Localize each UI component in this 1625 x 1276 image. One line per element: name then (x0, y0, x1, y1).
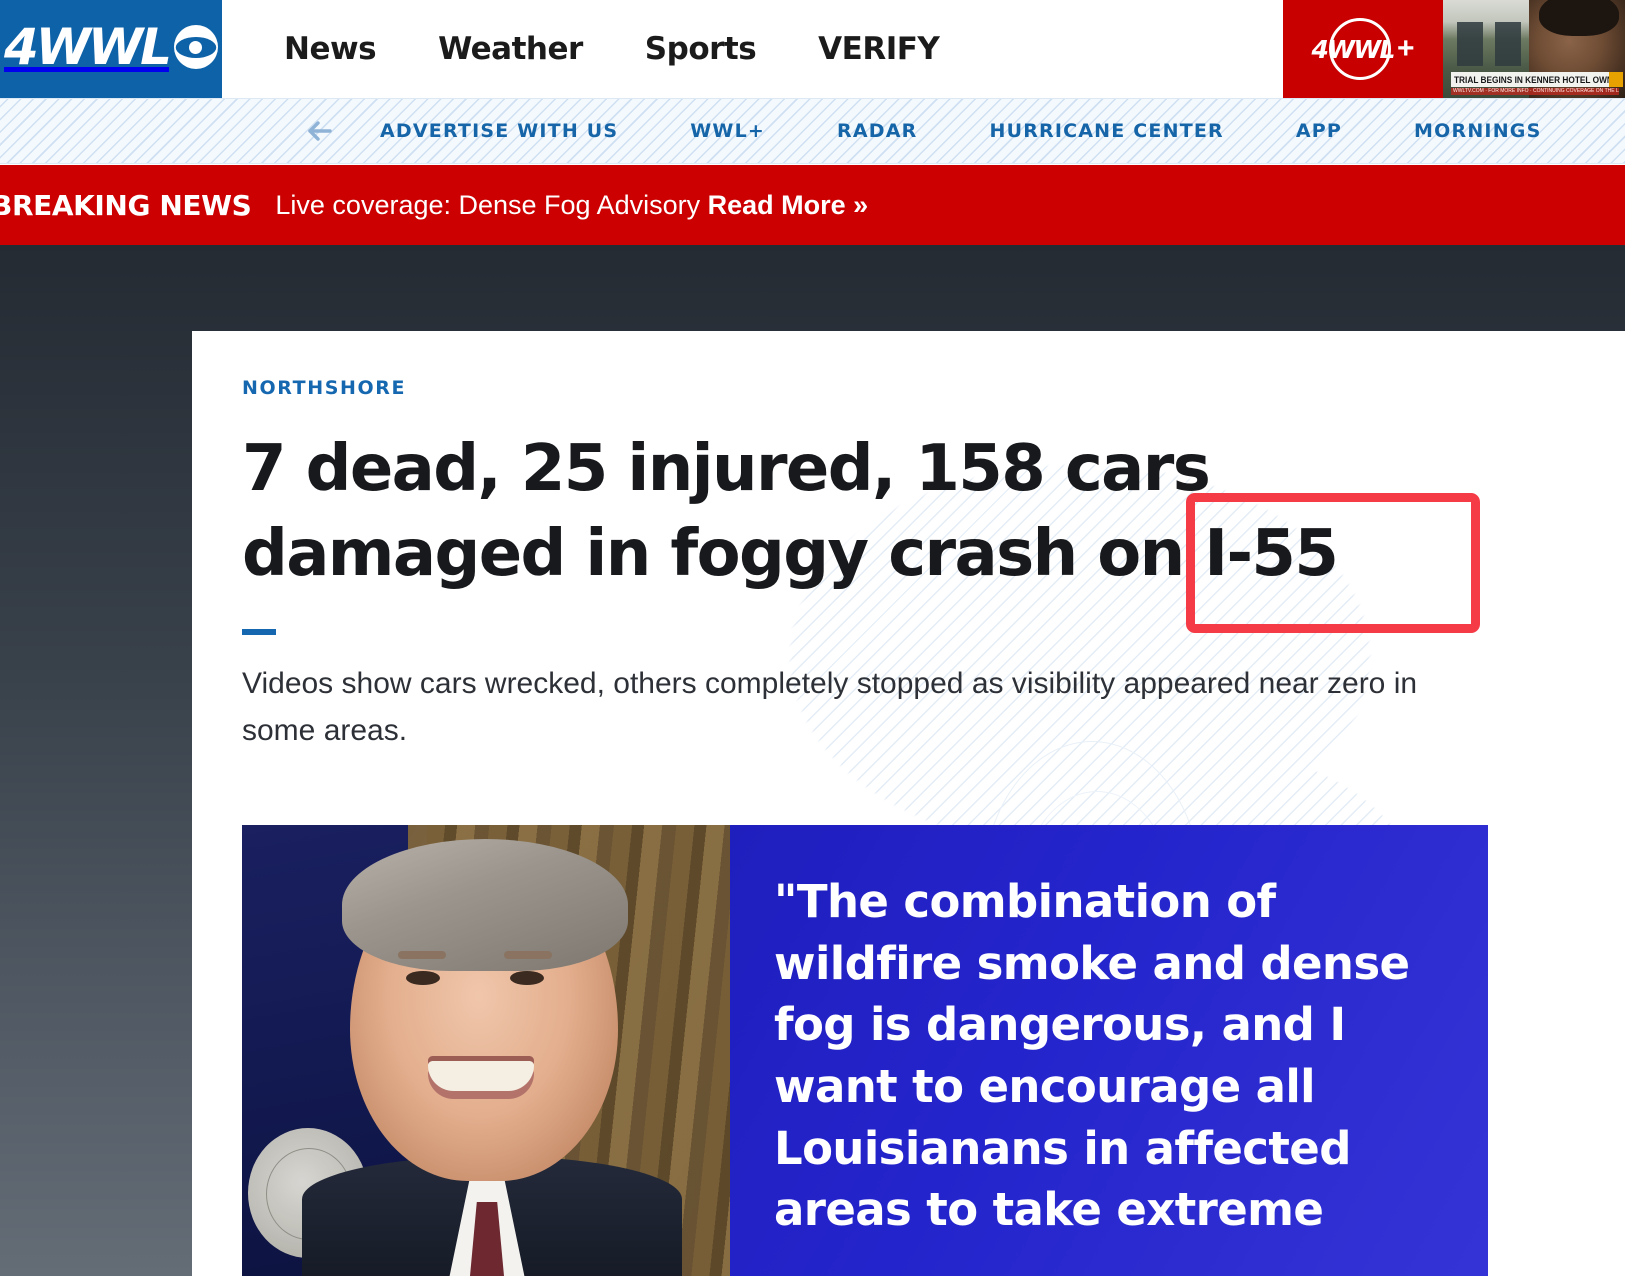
photo-eyebrow-right (504, 951, 552, 959)
nav-item-weather[interactable]: Weather (438, 31, 583, 67)
thumbnail-chyron: TRIAL BEGINS IN KENNER HOTEL OWNER KILLI… (1451, 72, 1619, 87)
wwl-plus-logo[interactable]: 4WWL + (1283, 0, 1443, 98)
logo-wordmark: 4WWL (4, 18, 172, 76)
photo-eye-right (510, 971, 544, 985)
page-title: 7 dead, 25 injured, 158 cars damaged in … (242, 432, 1339, 592)
quote-card-photo (242, 825, 730, 1276)
arrow-left-icon[interactable] (300, 116, 342, 146)
header-promo[interactable]: 4WWL + TRIAL BEGINS IN KENNER HOTEL OWNE… (1283, 0, 1625, 98)
article-kicker[interactable]: NORTHSHORE (242, 377, 1625, 399)
photo-hair (342, 839, 628, 971)
breaking-news-read-more-link[interactable]: Read More » (708, 190, 869, 220)
secondary-nav-links: ADVERTISE WITH US WWL+ RADAR HURRICANE C… (380, 120, 1541, 142)
breaking-news-text: Live coverage: Dense Fog Advisory Read M… (275, 190, 868, 221)
breaking-news-label: BREAKING NEWS (0, 188, 252, 222)
quote-text: "The combination of wildfire smoke and d… (774, 875, 1410, 1237)
quote-card[interactable]: "The combination of wildfire smoke and d… (242, 825, 1488, 1276)
primary-nav: News Weather Sports VERIFY (222, 0, 1283, 98)
photo-eye-left (406, 971, 440, 985)
nav-item-news[interactable]: News (284, 31, 377, 67)
photo-eyebrow-left (398, 951, 446, 959)
subnav-item-hurricane-center[interactable]: HURRICANE CENTER (989, 120, 1223, 142)
nav-item-verify[interactable]: VERIFY (818, 31, 940, 67)
subnav-item-wwl-plus[interactable]: WWL+ (690, 120, 765, 142)
breaking-news-bar[interactable]: BREAKING NEWS Live coverage: Dense Fog A… (0, 165, 1625, 245)
logo-mark: 4WWL (4, 22, 218, 72)
photo-smile (428, 1061, 534, 1091)
article-dek: Videos show cars wrecked, others complet… (242, 667, 1418, 747)
subnav-item-radar[interactable]: RADAR (837, 120, 917, 142)
subnav-item-app[interactable]: APP (1296, 120, 1342, 142)
secondary-nav: ADVERTISE WITH US WWL+ RADAR HURRICANE C… (0, 98, 1625, 164)
chyron-text: TRIAL BEGINS IN KENNER HOTEL OWNER KILLI… (1454, 74, 1619, 85)
site-header: 4WWL News Weather Sports VERIFY 4WWL + T… (0, 0, 1625, 98)
subline-text: WWLTV.COM · FOR MORE INFO · CONTINUING C… (1453, 88, 1619, 94)
thumbnail-badge (1609, 72, 1623, 87)
nav-item-sports[interactable]: Sports (645, 31, 757, 67)
promo-video-thumbnail[interactable]: TRIAL BEGINS IN KENNER HOTEL OWNER KILLI… (1443, 0, 1625, 98)
article-panel: NORTHSHORE 7 dead, 25 injured, 158 cars … (192, 331, 1625, 1276)
subnav-item-advertise-with-us[interactable]: ADVERTISE WITH US (380, 120, 618, 142)
thumbnail-window (1457, 22, 1483, 66)
article-content: NORTHSHORE 7 dead, 25 injured, 158 cars … (192, 331, 1625, 754)
thumbnail-window (1495, 22, 1521, 66)
site-logo[interactable]: 4WWL (0, 0, 222, 98)
subnav-item-mornings[interactable]: MORNINGS (1414, 120, 1541, 142)
thumbnail-person-hair (1539, 0, 1619, 36)
breaking-news-message: Live coverage: Dense Fog Advisory (275, 189, 708, 220)
wwl-plus-wordmark: 4WWL (1311, 34, 1395, 64)
cbs-eye-icon (173, 25, 218, 69)
title-divider (242, 629, 276, 636)
thumbnail-subline: WWLTV.COM · FOR MORE INFO · CONTINUING C… (1451, 88, 1619, 95)
plus-icon: + (1396, 32, 1415, 65)
quote-card-text-panel: "The combination of wildfire smoke and d… (730, 825, 1488, 1276)
